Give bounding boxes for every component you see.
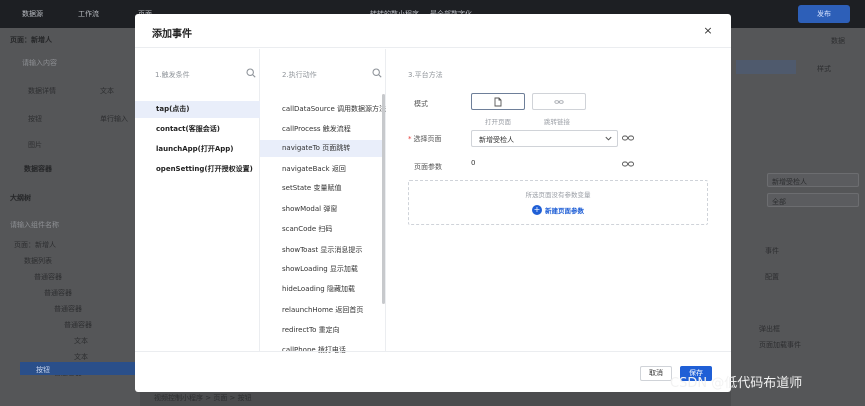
action-item-navigateto[interactable]: navigateTo 页面跳转 <box>260 140 385 157</box>
tree-node[interactable]: 数据列表 <box>24 256 52 266</box>
trigger-item-opensetting[interactable]: openSetting(打开授权设置) <box>135 161 260 178</box>
tree-node[interactable]: 普通容器 <box>34 272 62 282</box>
mode-open-caption: 打开页面 <box>485 118 511 126</box>
tree-node[interactable]: 文本 <box>74 352 88 362</box>
action-item-setstate[interactable]: setState 变量赋值 <box>260 180 385 197</box>
close-icon[interactable]: × <box>699 22 717 40</box>
trigger-item-tap[interactable]: tap(点击) <box>135 101 260 118</box>
data-container-section[interactable]: 数据容器 <box>24 164 52 174</box>
section-config[interactable]: 配置 <box>765 272 779 282</box>
dialog-title: 添加事件 <box>152 29 192 40</box>
action-column: 2.执行动作 callDataSource 调用数据源方法 callProces… <box>260 49 386 354</box>
action-item-redirectto[interactable]: redirectTo 重定向 <box>260 322 385 339</box>
watermark: CSDN @低代码布道师 <box>670 376 803 391</box>
component-button[interactable]: 按钮 <box>28 114 42 124</box>
component-search-input[interactable]: 请输入内容 <box>22 58 57 68</box>
mode-open-page-button[interactable] <box>471 93 525 110</box>
item-page-event[interactable]: 页面加载事件 <box>759 340 801 350</box>
tree-node-selected[interactable]: 按钮 <box>20 362 140 375</box>
action-column-title: 2.执行动作 <box>282 71 317 79</box>
add-page-param-label: 新建页面参数 <box>545 207 584 215</box>
component-single-input[interactable]: 单行输入 <box>100 114 128 124</box>
component-data-detail[interactable]: 数据详情 <box>28 86 56 96</box>
left-panel: 页面：新增人 请输入内容 数据详情 文本 按钮 单行输入 图片 数据容器 大纲树… <box>0 28 140 406</box>
search-icon[interactable] <box>372 68 382 78</box>
action-item-callprocess[interactable]: callProcess 触发流程 <box>260 121 385 138</box>
bottom-breadcrumb: 视频控制小程序 > 页面 > 按钮 <box>154 394 252 402</box>
action-item-scancode[interactable]: scanCode 扫码 <box>260 221 385 238</box>
action-item-relaunchhome[interactable]: relaunchHome 返回首页 <box>260 302 385 319</box>
action-item-showloading[interactable]: showLoading 显示加载 <box>260 261 385 278</box>
bind-variable-icon[interactable] <box>622 160 634 168</box>
tree-node[interactable]: 页面：新增人 <box>14 240 56 250</box>
page-params-value[interactable]: 0 <box>471 159 475 167</box>
select-page-label: * 选择页面 <box>408 135 442 143</box>
page-icon <box>494 97 502 107</box>
outline-search-input[interactable]: 请输入组件名称 <box>10 220 59 230</box>
tab-active-indicator <box>736 60 796 74</box>
mode-link-button[interactable] <box>532 93 586 110</box>
page-params-label: 页面参数 <box>414 163 442 171</box>
dialog-header: 添加事件 × <box>135 14 731 48</box>
tree-node[interactable]: 普通容器 <box>54 304 82 314</box>
link-icon <box>554 100 564 104</box>
tree-node[interactable]: 文本 <box>74 336 88 346</box>
plus-icon: + <box>532 205 542 215</box>
scope-select[interactable]: 全部 <box>767 193 859 207</box>
empty-params-text: 所选页面没有参数变量 <box>525 191 591 199</box>
trigger-item-contact[interactable]: contact(客服会话) <box>135 121 260 138</box>
item-dialog[interactable]: 弹出框 <box>759 324 780 334</box>
action-item-showmodal[interactable]: showModal 弹窗 <box>260 201 385 218</box>
mode-link-caption: 跳转链接 <box>544 118 570 126</box>
dialog-footer: 取消 保存 <box>135 351 731 392</box>
action-list-scrollbar[interactable] <box>382 94 385 304</box>
tree-node[interactable]: 普通容器 <box>64 320 92 330</box>
tree-node[interactable]: 普通容器 <box>44 288 72 298</box>
tree-node-label: 按钮 <box>36 366 50 374</box>
page-select[interactable]: 新增受检人 <box>471 130 618 147</box>
action-item-calldatasource[interactable]: callDataSource 调用数据源方法 <box>260 101 386 118</box>
right-panel: 数据 属性 样式 新增受检人 全部 事件 配置 弹出框 页面加载事件 <box>731 28 865 406</box>
mode-label: 模式 <box>414 100 428 108</box>
method-column-title: 3.平台方法 <box>408 71 443 79</box>
chevron-down-icon <box>605 136 612 141</box>
trigger-column: 1.触发条件 tap(点击) contact(客服会话) launchApp(打… <box>135 49 260 351</box>
component-text[interactable]: 文本 <box>100 86 114 96</box>
action-item-navigateback[interactable]: navigateBack 返回 <box>260 161 385 178</box>
search-icon[interactable] <box>246 68 256 78</box>
right-panel-header: 数据 <box>831 37 845 45</box>
outline-title: 大纲树 <box>10 194 31 202</box>
add-event-dialog: 添加事件 × 1.触发条件 tap(点击) contact(客服会话) laun… <box>135 14 731 392</box>
trigger-item-launchapp[interactable]: launchApp(打开App) <box>135 141 260 158</box>
bind-variable-icon[interactable] <box>622 134 634 142</box>
tab-styles[interactable]: 样式 <box>817 64 831 74</box>
page-label: 页面：新增人 <box>10 36 52 44</box>
page-select-value: 新增受检人 <box>479 136 514 144</box>
topbar-datasource[interactable]: 数据源 <box>22 9 43 19</box>
publish-button[interactable]: 发布 <box>798 5 850 23</box>
topbar-workflow[interactable]: 工作流 <box>78 9 99 19</box>
page-select[interactable]: 新增受检人 <box>767 173 859 187</box>
action-item-hideloading[interactable]: hideLoading 隐藏加载 <box>260 281 385 298</box>
cancel-button[interactable]: 取消 <box>640 366 672 381</box>
action-item-showtoast[interactable]: showToast 显示消息提示 <box>260 242 385 259</box>
component-image[interactable]: 图片 <box>28 140 42 150</box>
method-column: 3.平台方法 模式 打开页面 跳转链接 * 选择页面 新增受检人 页面参数 0 … <box>386 49 731 351</box>
trigger-column-title: 1.触发条件 <box>155 71 190 79</box>
page-params-empty-box: 所选页面没有参数变量 + 新建页面参数 <box>408 180 708 225</box>
section-event[interactable]: 事件 <box>765 246 779 256</box>
